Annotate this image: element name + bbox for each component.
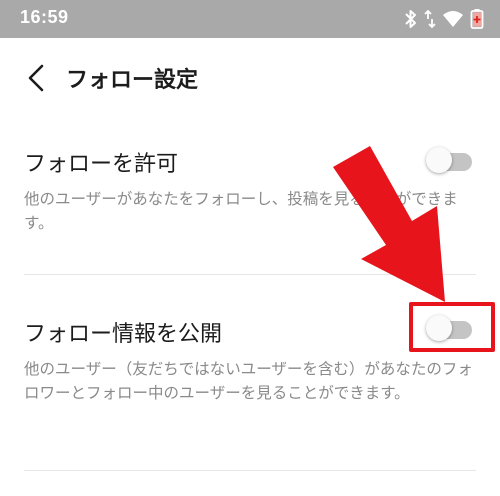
wifi-icon <box>443 11 463 27</box>
data-arrows-icon <box>424 9 436 29</box>
setting-allow-follow: フォローを許可 他のユーザーがあなたをフォローし、投稿を見ることができます。 <box>0 140 500 250</box>
toggle-thumb <box>426 147 452 173</box>
chevron-left-icon <box>28 64 44 92</box>
setting-description: 他のユーザー（友だちではないユーザーを含む）があなたのフォロワーとフォロー中のユ… <box>24 360 473 402</box>
status-icons <box>404 6 484 32</box>
status-time: 16:59 <box>20 7 69 27</box>
highlight-box-annotation <box>409 302 495 352</box>
app-header: フォロー設定 <box>0 38 500 118</box>
status-bar: 16:59 <box>0 0 500 38</box>
setting-title: フォローを許可 <box>24 152 179 177</box>
back-button[interactable] <box>22 60 52 96</box>
setting-title: フォロー情報を公開 <box>24 322 223 347</box>
divider <box>24 470 476 471</box>
divider <box>24 274 476 275</box>
page-title: フォロー設定 <box>66 68 199 93</box>
battery-saver-icon <box>470 9 484 29</box>
allow-follow-toggle[interactable] <box>426 147 474 173</box>
bluetooth-icon <box>405 10 416 28</box>
setting-description: 他のユーザーがあなたをフォローし、投稿を見ることができます。 <box>24 190 458 232</box>
